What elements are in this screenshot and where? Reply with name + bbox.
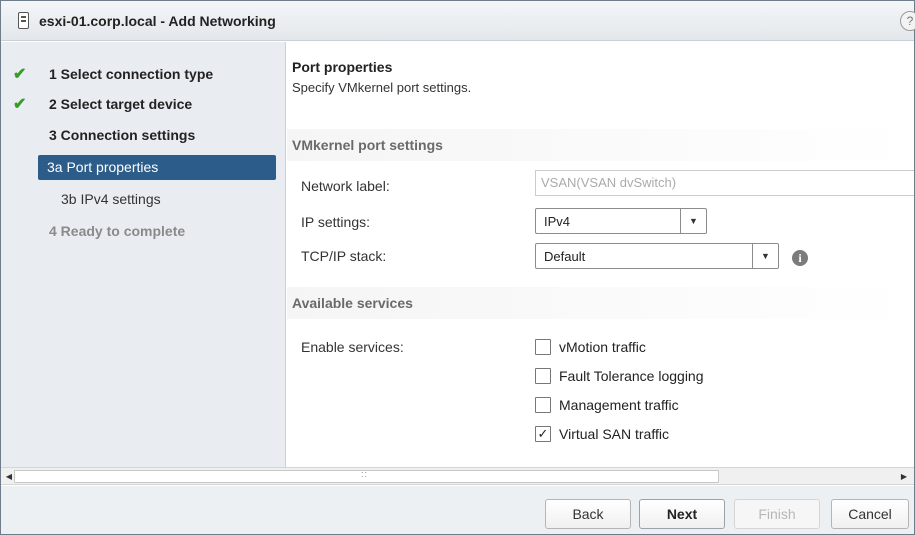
check-icon: ✔ (13, 96, 27, 113)
title-bar: esxi-01.corp.local - Add Networking ? (1, 1, 915, 41)
enable-services-label: Enable services: (301, 339, 404, 355)
ip-settings-label: IP settings: (301, 214, 371, 230)
fault-tolerance-checkbox[interactable] (535, 368, 551, 384)
checkbox-label: Management traffic (559, 397, 679, 413)
scroll-thumb[interactable]: :: (14, 469, 719, 483)
step-ipv4-settings[interactable]: 3b IPv4 settings (1, 187, 286, 211)
help-icon[interactable]: ? (900, 11, 915, 31)
dialog-title: esxi-01.corp.local - Add Networking (39, 13, 276, 29)
step-port-properties[interactable]: 3a Port properties (38, 155, 276, 180)
section-title: Available services (292, 295, 413, 311)
back-button[interactable]: Back (545, 499, 631, 529)
step-label: 4 Ready to complete (49, 223, 186, 239)
dialog-footer: Back Next Finish Cancel (1, 486, 914, 534)
checkbox-label: vMotion traffic (559, 339, 646, 355)
section-title: VMkernel port settings (292, 137, 443, 153)
page-title: Port properties (292, 59, 393, 75)
checkbox-label: Fault Tolerance logging (559, 368, 704, 384)
step-label: 2 Select target device (49, 96, 193, 112)
chevron-down-icon[interactable]: ▼ (680, 209, 706, 233)
tcpip-stack-select[interactable]: Default ▼ (535, 243, 779, 269)
step-select-connection-type[interactable]: ✔ 1 Select connection type (1, 62, 286, 86)
step-label: 3a Port properties (47, 159, 159, 175)
services-section-header: Available services (287, 287, 914, 319)
network-label-label: Network label: (301, 178, 390, 194)
horizontal-scrollbar[interactable]: ◀ :: ▶ (1, 467, 914, 485)
step-connection-settings[interactable]: 3 Connection settings (1, 123, 286, 147)
checkbox-label: Virtual SAN traffic (559, 426, 669, 442)
vmotion-checkbox[interactable] (535, 339, 551, 355)
step-label: 1 Select connection type (49, 66, 214, 82)
scroll-right-icon[interactable]: ▶ (898, 471, 910, 483)
page-subtitle: Specify VMkernel port settings. (292, 80, 472, 95)
wizard-steps-nav: ✔ 1 Select connection type ✔ 2 Select ta… (1, 42, 286, 467)
vmkernel-section-header: VMkernel port settings (287, 129, 914, 161)
selected-value: IPv4 (544, 214, 571, 229)
step-ready-to-complete: 4 Ready to complete (1, 219, 286, 243)
next-button[interactable]: Next (639, 499, 725, 529)
tcpip-stack-label: TCP/IP stack: (301, 248, 387, 264)
ip-settings-select[interactable]: IPv4 ▼ (535, 208, 707, 234)
grip-icon: :: (361, 469, 369, 479)
step-label: 3 Connection settings (49, 127, 196, 143)
management-checkbox[interactable] (535, 397, 551, 413)
network-label-input: VSAN(VSAN dvSwitch) (535, 170, 914, 196)
check-icon: ✔ (13, 66, 27, 83)
port-properties-panel: Port properties Specify VMkernel port se… (287, 42, 914, 467)
info-icon[interactable]: i (792, 250, 808, 266)
cancel-button[interactable]: Cancel (831, 499, 909, 529)
selected-value: Default (544, 249, 586, 264)
host-icon (18, 12, 29, 29)
virtual-san-checkbox[interactable]: ✓ (535, 426, 551, 442)
step-select-target-device[interactable]: ✔ 2 Select target device (1, 92, 286, 116)
add-networking-dialog: esxi-01.corp.local - Add Networking ? ✔ … (0, 0, 915, 535)
chevron-down-icon[interactable]: ▼ (752, 244, 778, 268)
finish-button: Finish (734, 499, 820, 529)
step-label: 3b IPv4 settings (61, 191, 161, 207)
